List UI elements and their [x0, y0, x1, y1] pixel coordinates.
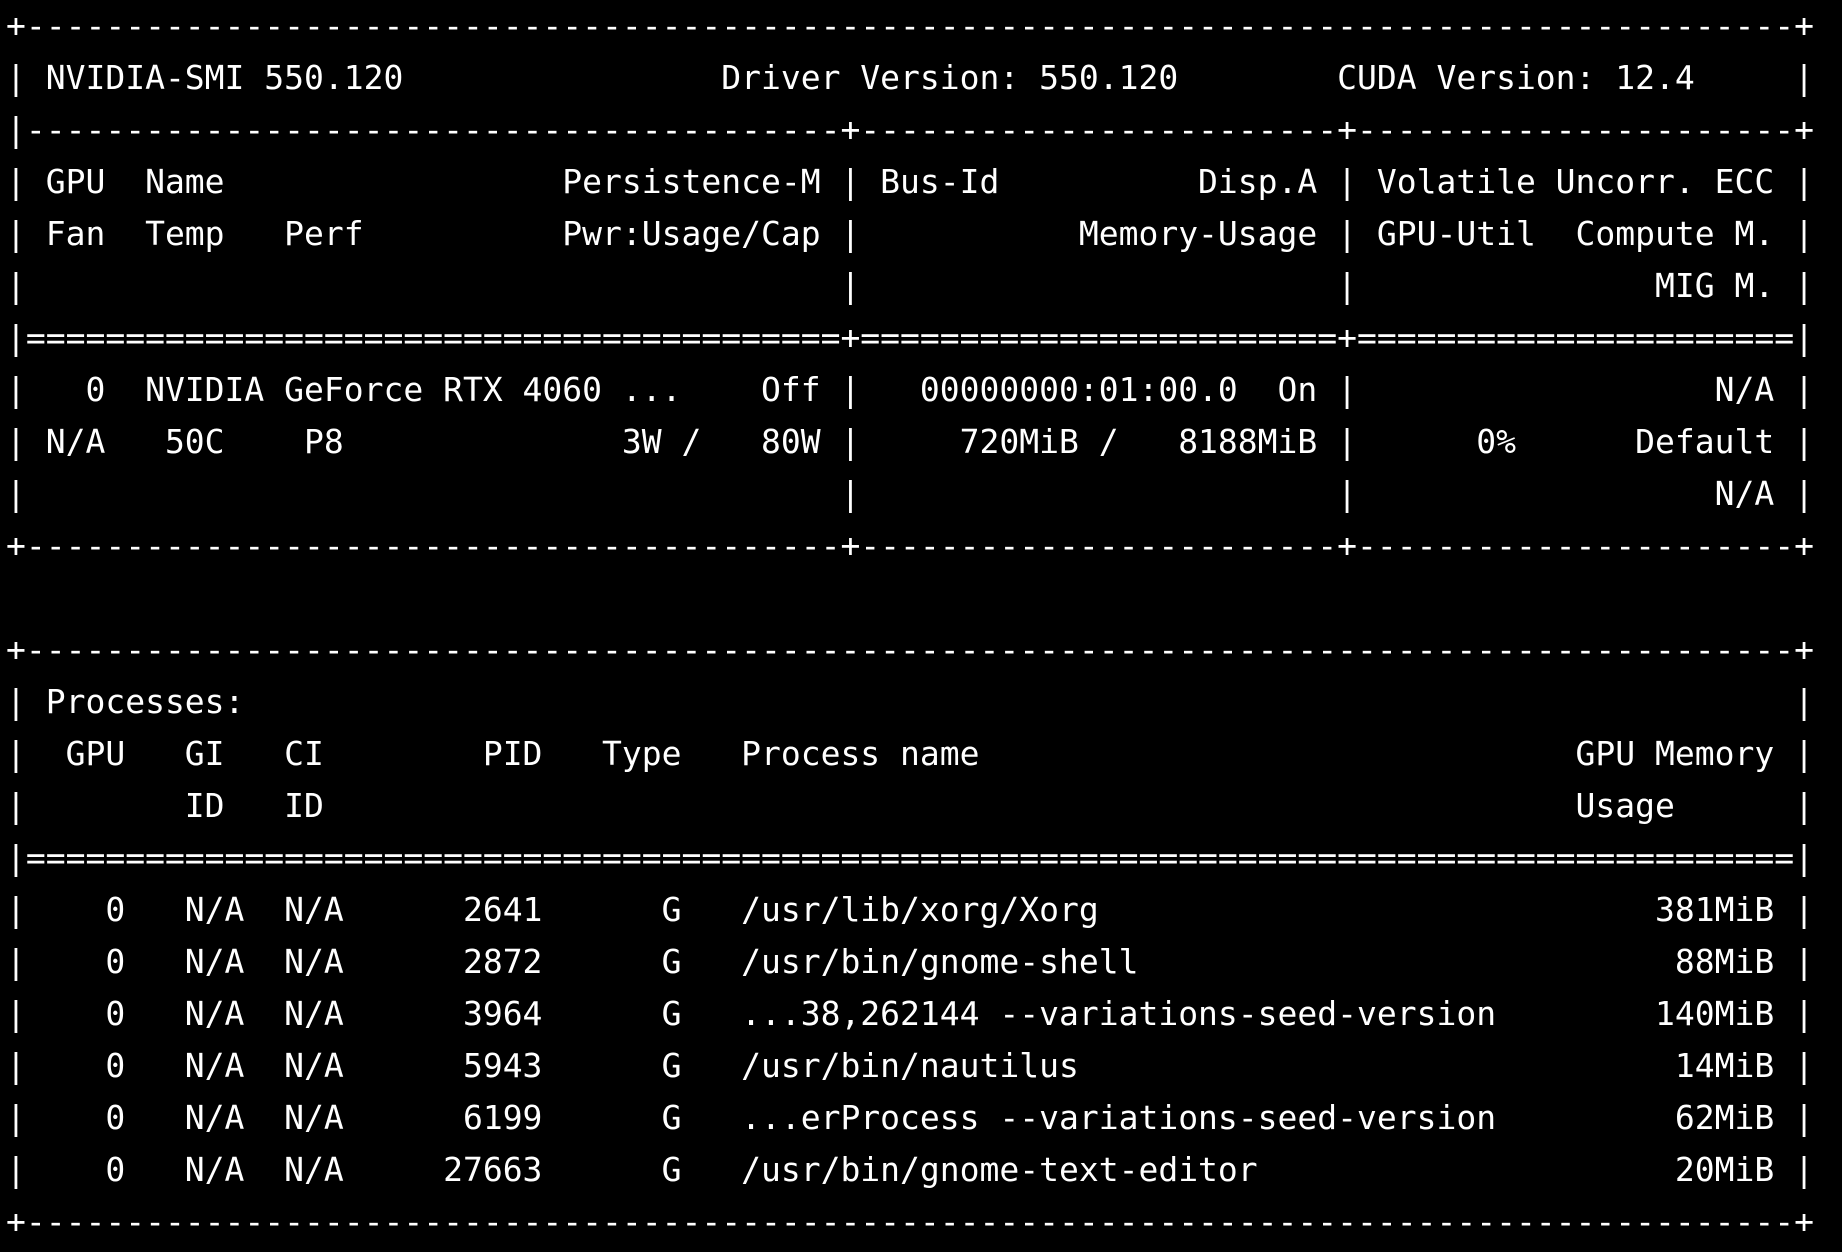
gpu-table-header-divider: |=======================================… [6, 318, 1814, 357]
gpu-row-3: | | | N/A | [6, 474, 1814, 513]
process-row: | 0 N/A N/A 3964 G ...38,262144 --variat… [6, 994, 1814, 1033]
processes-header-row-1: | GPU GI CI PID Type Process name GPU Me… [6, 734, 1814, 773]
gpu-row-1: | 0 NVIDIA GeForce RTX 4060 ... Off | 00… [6, 370, 1814, 409]
smi-version-header: | NVIDIA-SMI 550.120 Driver Version: 550… [6, 58, 1814, 97]
processes-title: | Processes: | [6, 682, 1814, 721]
process-row: | 0 N/A N/A 2872 G /usr/bin/gnome-shell … [6, 942, 1814, 981]
gpu-table-header-row-2: | Fan Temp Perf Pwr:Usage/Cap | Memory-U… [6, 214, 1814, 253]
processes-top-border: +---------------------------------------… [6, 630, 1814, 669]
processes-header-row-2: | ID ID Usage | [6, 786, 1814, 825]
terminal-output: +---------------------------------------… [6, 0, 1814, 1248]
process-row: | 0 N/A N/A 2641 G /usr/lib/xorg/Xorg 38… [6, 890, 1814, 929]
gpu-table-header-row-1: | GPU Name Persistence-M | Bus-Id Disp.A… [6, 162, 1814, 201]
process-row: | 0 N/A N/A 5943 G /usr/bin/nautilus 14M… [6, 1046, 1814, 1085]
top-border: +---------------------------------------… [6, 6, 1814, 45]
processes-header-divider: |=======================================… [6, 838, 1814, 877]
gpu-table-bottom-border: +---------------------------------------… [6, 526, 1814, 565]
gpu-table-header-row-3: | | | MIG M. | [6, 266, 1814, 305]
process-row: | 0 N/A N/A 6199 G ...erProcess --variat… [6, 1098, 1814, 1137]
process-row: | 0 N/A N/A 27663 G /usr/bin/gnome-text-… [6, 1150, 1814, 1189]
processes-bottom-border: +---------------------------------------… [6, 1202, 1814, 1241]
gpu-table-separator: |---------------------------------------… [6, 110, 1814, 149]
gpu-row-2: | N/A 50C P8 3W / 80W | 720MiB / 8188MiB… [6, 422, 1814, 461]
